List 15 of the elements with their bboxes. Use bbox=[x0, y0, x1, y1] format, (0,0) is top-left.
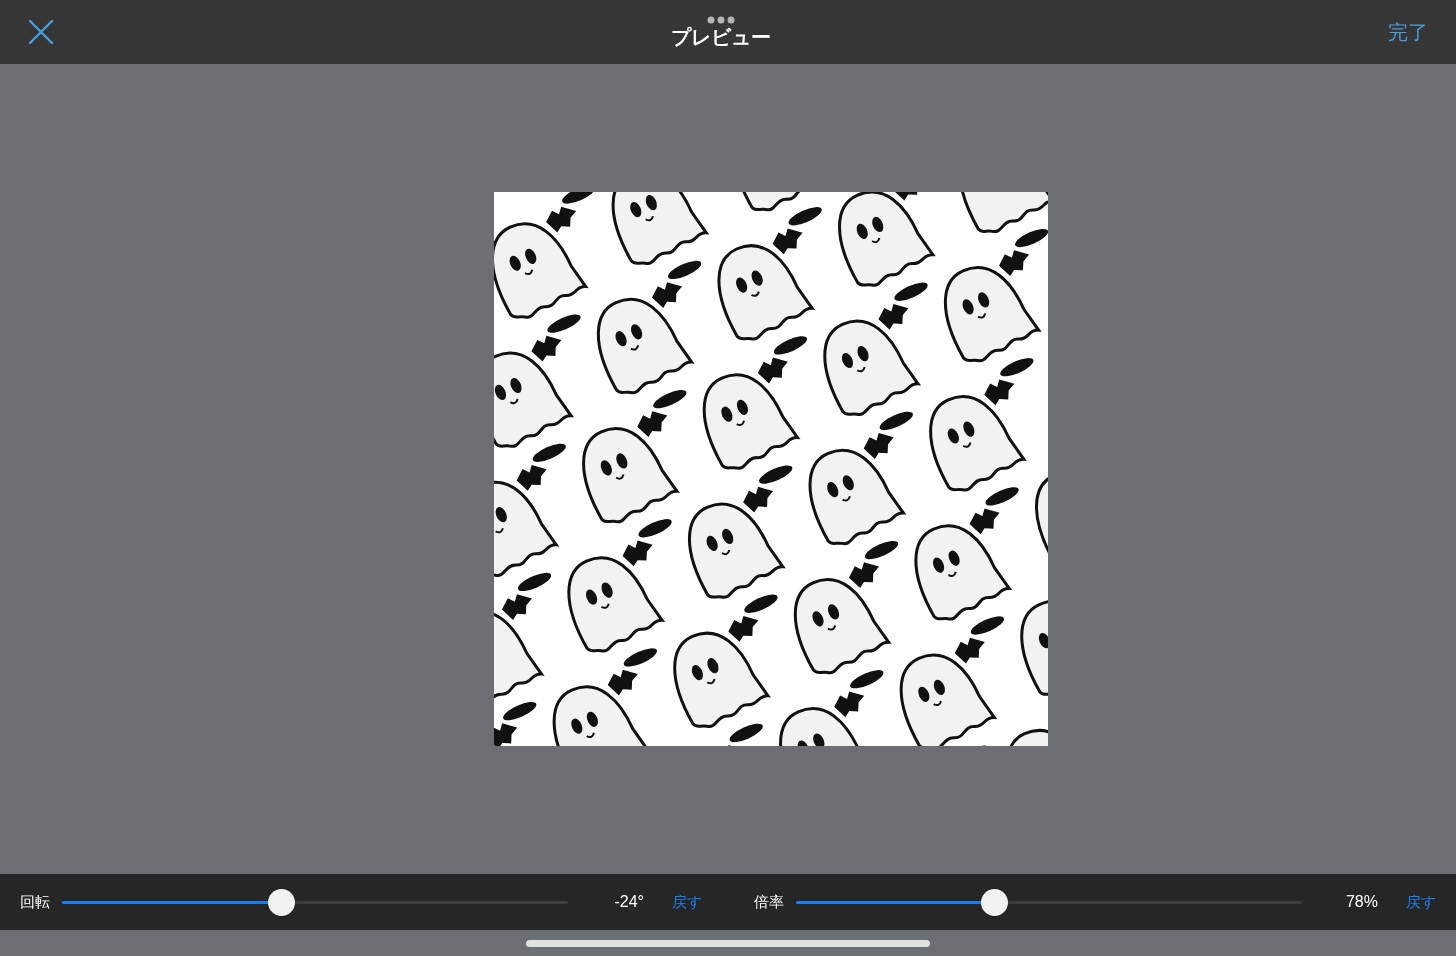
slider-label: 回転 bbox=[20, 891, 50, 912]
slider-value: 78% bbox=[1344, 892, 1378, 912]
slider-label: 倍率 bbox=[754, 891, 784, 912]
drag-handle-icon[interactable] bbox=[707, 15, 735, 24]
reset-button[interactable]: 戻す bbox=[672, 890, 702, 914]
screen-title: プレビュー bbox=[671, 24, 771, 49]
reset-button[interactable]: 戻す bbox=[1406, 890, 1436, 914]
slider[interactable] bbox=[62, 888, 568, 916]
slider-thumb[interactable] bbox=[268, 888, 296, 916]
slider-thumb[interactable] bbox=[981, 888, 1009, 916]
done-button[interactable]: 完了 bbox=[1388, 17, 1428, 47]
slider-value: -24° bbox=[613, 892, 644, 912]
home-indicator[interactable] bbox=[526, 939, 930, 947]
slider[interactable] bbox=[796, 888, 1302, 916]
close-icon[interactable] bbox=[28, 19, 54, 45]
